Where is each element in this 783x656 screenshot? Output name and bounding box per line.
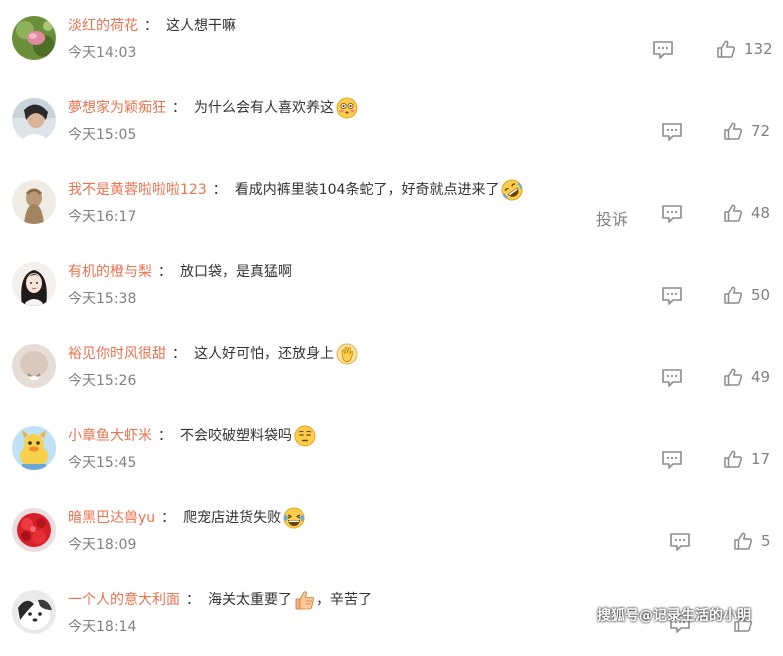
like-count: 50 <box>751 286 771 304</box>
clap-emoji <box>336 343 358 365</box>
comment-timestamp: 今天15:38 <box>68 291 137 307</box>
comment-timestamp: 今天15:45 <box>68 455 137 471</box>
reply-icon[interactable] <box>661 368 683 388</box>
comment-timestamp: 今天15:05 <box>68 127 137 143</box>
reply-icon[interactable] <box>661 286 683 306</box>
username-link[interactable]: 夢想家为颖痴狂 <box>68 98 166 118</box>
report-button[interactable]: 投诉 <box>596 206 628 230</box>
avatar[interactable] <box>12 426 56 470</box>
username-separator: ： <box>158 264 172 280</box>
comment-timestamp: 今天18:14 <box>68 619 137 635</box>
thumbs-up-icon <box>723 121 743 141</box>
like-button[interactable]: 17 <box>723 447 770 471</box>
avatar[interactable] <box>12 590 56 634</box>
comment-body: 有机的橙与梨 ： 放口袋，是真猛啊 <box>68 262 292 282</box>
avatar[interactable] <box>12 344 56 388</box>
thumbs-up-icon <box>723 285 743 305</box>
comment-item: 淡红的荷花 ： 这人想干嘛今天14:03 132 <box>0 0 783 82</box>
like-button[interactable]: 50 <box>723 283 770 307</box>
like-count: 49 <box>751 368 771 386</box>
thumbs-up-icon <box>723 367 743 387</box>
avatar[interactable] <box>12 180 56 224</box>
comment-item: 小章鱼大虾米 ： 不会咬破塑料袋吗今天15:45 17 <box>0 410 783 492</box>
comment-body: 裕见你时风很甜 ： 这人好可怕，还放身上 <box>68 343 358 365</box>
username-link[interactable]: 暗黑巴达兽yu <box>68 508 155 528</box>
like-count: 5 <box>761 532 771 550</box>
username-link[interactable]: 裕见你时风很甜 <box>68 344 166 364</box>
thumbs-up-icon <box>716 39 736 59</box>
username-separator: ： <box>172 346 186 362</box>
reply-icon[interactable] <box>669 532 691 552</box>
avatar[interactable] <box>12 16 56 60</box>
like-button[interactable]: 49 <box>723 365 770 389</box>
like-count: 72 <box>751 122 771 140</box>
username-link[interactable]: 淡红的荷花 <box>68 16 138 36</box>
comment-item: 我不是黄蓉啦啦啦123 ： 看成内裤里装104条蛇了，好奇就点进来了今天16:17 投… <box>0 164 783 246</box>
comment-body: 夢想家为颖痴狂 ： 为什么会有人喜欢养这 <box>68 97 358 119</box>
avatar[interactable] <box>12 508 56 552</box>
comment-timestamp: 今天15:26 <box>68 373 137 389</box>
comment-text: 为什么会有人喜欢养这 <box>194 100 334 116</box>
comment-text: 这人好可怕，还放身上 <box>194 346 334 362</box>
comment-item: 有机的橙与梨 ： 放口袋，是真猛啊今天15:38 50 <box>0 246 783 328</box>
username-link[interactable]: 一个人的意大利面 <box>68 590 180 610</box>
comment-text: 放口袋，是真猛啊 <box>180 264 292 280</box>
like-count: 132 <box>744 40 773 58</box>
username-separator: ： <box>212 182 227 198</box>
thinking-emoji <box>294 425 316 447</box>
flushed-emoji <box>336 97 358 119</box>
comment-body: 一个人的意大利面 ： 海关太重要了 ，辛苦了 <box>68 590 372 610</box>
comment-text-continued: ，辛苦了 <box>316 592 372 608</box>
reply-icon[interactable] <box>661 450 683 470</box>
like-button[interactable]: 5 <box>733 529 771 553</box>
comment-timestamp: 今天14:03 <box>68 45 137 61</box>
comment-timestamp: 今天16:17 <box>68 209 137 225</box>
comment-item: 暗黑巴达兽yu ： 爬宠店进货失败今天18:09 5 <box>0 492 783 574</box>
thumbs-up-icon <box>733 531 753 551</box>
comment-body: 小章鱼大虾米 ： 不会咬破塑料袋吗 <box>68 425 316 447</box>
watermark: 搜狐号@记录生活的小明 <box>597 608 751 624</box>
like-button[interactable]: 48 <box>723 201 770 225</box>
avatar[interactable] <box>12 98 56 142</box>
comment-text: 这人想干嘛 <box>166 18 236 34</box>
username-separator: ： <box>161 510 176 526</box>
comment-body: 我不是黄蓉啦啦啦123 ： 看成内裤里装104条蛇了，好奇就点进来了 <box>68 179 523 201</box>
username-separator: ： <box>158 428 172 444</box>
username-separator: ： <box>144 18 158 34</box>
thumbs-up-icon <box>723 203 743 223</box>
comment-text: 不会咬破塑料袋吗 <box>180 428 292 444</box>
comment-text: 海关太重要了 <box>208 592 292 608</box>
thumbs-up-icon <box>723 449 743 469</box>
comment-body: 淡红的荷花 ： 这人想干嘛 <box>68 16 236 36</box>
like-count: 48 <box>751 204 771 222</box>
comment-timestamp: 今天18:09 <box>68 537 137 553</box>
comment-text: 看成内裤里装104条蛇了，好奇就点进来了 <box>234 182 500 198</box>
username-link[interactable]: 有机的橙与梨 <box>68 262 152 282</box>
laughing-tears-emoji <box>283 507 305 529</box>
reply-icon[interactable] <box>661 204 683 224</box>
username-separator: ： <box>172 100 186 116</box>
thumbs-up-emoji <box>294 589 316 611</box>
username-separator: ： <box>186 592 200 608</box>
reply-icon[interactable] <box>661 122 683 142</box>
like-button[interactable]: 72 <box>723 119 770 143</box>
comment-body: 暗黑巴达兽yu ： 爬宠店进货失败 <box>68 507 305 529</box>
like-count: 17 <box>751 450 771 468</box>
comment-item: 夢想家为颖痴狂 ： 为什么会有人喜欢养这今天15:05 72 <box>0 82 783 164</box>
username-link[interactable]: 我不是黄蓉啦啦啦123 <box>68 180 207 200</box>
comment-text: 爬宠店进货失败 <box>183 510 282 526</box>
avatar[interactable] <box>12 262 56 306</box>
rolling-laugh-emoji <box>501 179 523 201</box>
like-button[interactable]: 132 <box>716 37 773 61</box>
comment-item: 裕见你时风很甜 ： 这人好可怕，还放身上今天15:26 49 <box>0 328 783 410</box>
username-link[interactable]: 小章鱼大虾米 <box>68 426 152 446</box>
reply-icon[interactable] <box>652 40 674 60</box>
